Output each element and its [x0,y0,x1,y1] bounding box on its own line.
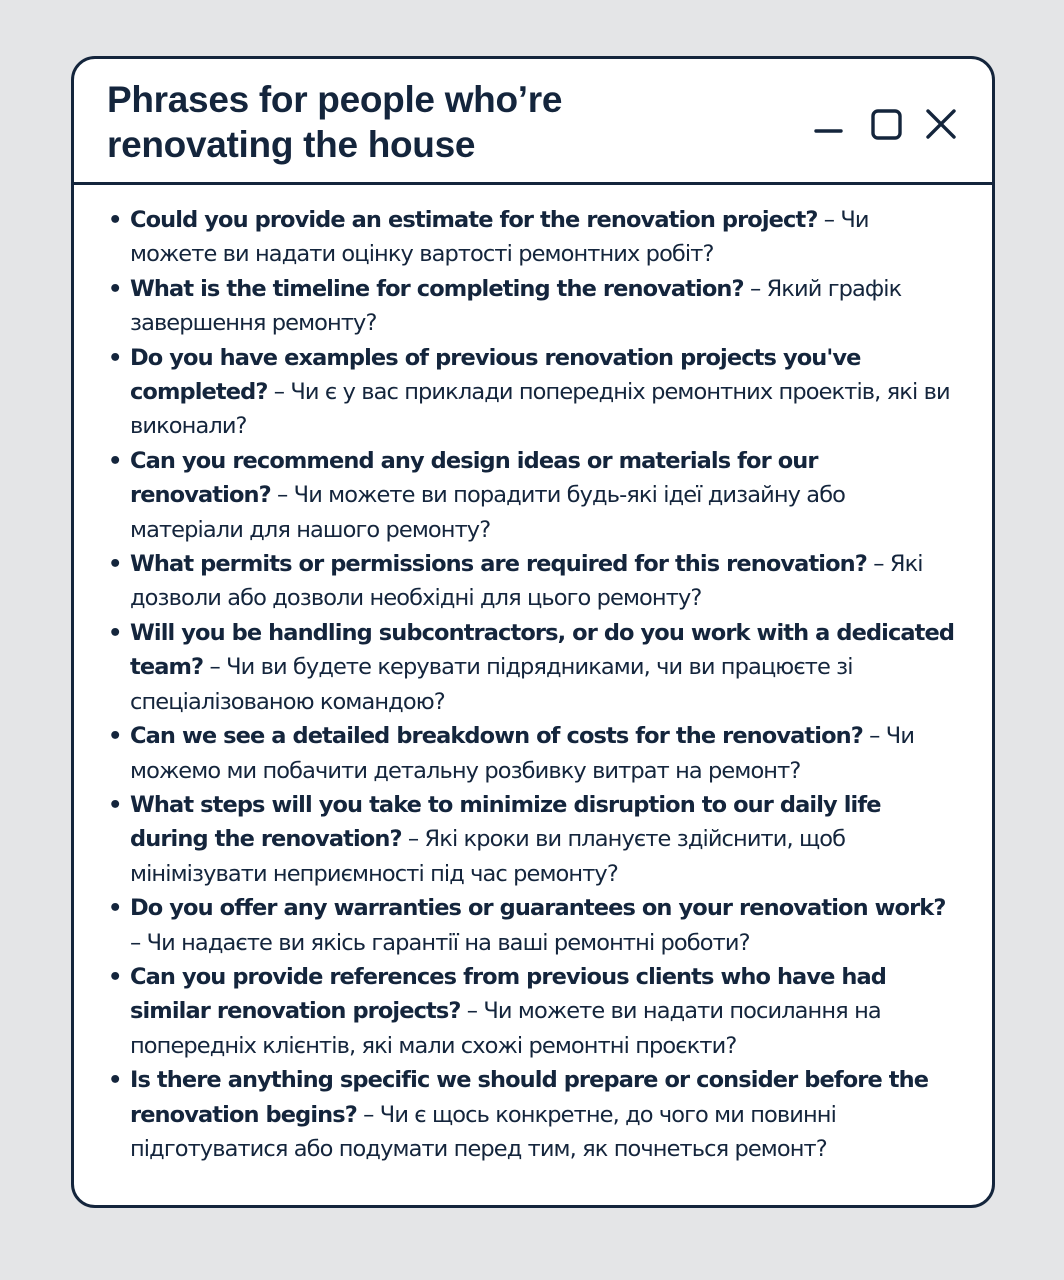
english-phrase: What permits or permissions are required… [130,551,868,578]
phrase-item: • What is the timeline for completing the… [108,272,958,341]
phrase-item: • What permits or permissions are require… [108,547,958,616]
bullet: • [108,207,122,233]
window-title: Phrases for people who’re renovating the … [107,77,747,167]
separator-dash: – [130,929,141,956]
english-phrase: Can we see a detailed breakdown of costs… [130,723,864,750]
bullet: • [108,619,122,646]
window-titlebar: Phrases for people who’re renovating the … [74,59,992,185]
separator-dash: – [823,207,835,233]
close-button[interactable] [920,105,960,145]
separator-dash: – [466,998,478,1025]
phrase-item: • Do you have examples of previous renova… [108,341,958,444]
english-phrase: Could you provide an estimate for the re… [130,207,818,233]
separator-dash: – [749,275,761,302]
minimize-button[interactable] [812,105,852,145]
bullet: • [108,344,122,371]
english-phrase: What is the timeline for completing the … [130,275,745,302]
phrase-item: • Can you recommend any design ideas or m… [108,444,958,547]
bullet: • [108,895,122,922]
window-controls [812,105,960,145]
phrase-item: • Can we see a detailed breakdown of cost… [108,719,958,788]
phrase-item: • Could you provide an estimate for the r… [108,203,958,272]
maximize-icon [871,109,902,140]
ukrainian-translation: Чи ви будете керувати підрядниками, чи в… [130,654,853,715]
bullet: • [108,1067,122,1094]
separator-dash: – [869,723,880,750]
separator-dash: – [277,482,288,509]
phrases-window: Phrases for people who’re renovating the … [71,56,995,1208]
english-phrase: Do you offer any warranties or guarantee… [130,895,946,922]
phrase-item: • Can you provide references from previou… [108,960,958,1063]
phrase-list: • Could you provide an estimate for the r… [108,203,958,1166]
separator-dash: – [873,551,884,578]
phrase-item: • Will you be handling subcontractors, or… [108,616,958,719]
phrase-item: • Is there anything specific we should pr… [108,1063,958,1166]
phrase-item: • Do you offer any warranties or guarante… [108,891,958,960]
separator-dash: – [363,1101,374,1128]
window-title-line-1: Phrases for people who’re [107,79,563,120]
ukrainian-translation: Чи надаєте ви якісь гарантії на ваші рем… [146,929,751,956]
bullet: • [108,963,122,990]
maximize-button[interactable] [866,105,906,145]
separator-dash: – [209,654,220,681]
window-title-line-2: renovating the house [107,124,476,165]
separator-dash: – [407,826,419,853]
separator-dash: – [273,379,285,406]
bullet: • [108,275,122,302]
phrase-item: • What steps will you take to minimize di… [108,788,958,891]
bullet: • [108,791,122,818]
bullet: • [108,447,122,474]
bullet: • [108,723,122,750]
bullet: • [108,551,122,578]
close-icon [926,109,956,139]
minimize-icon [814,129,843,133]
